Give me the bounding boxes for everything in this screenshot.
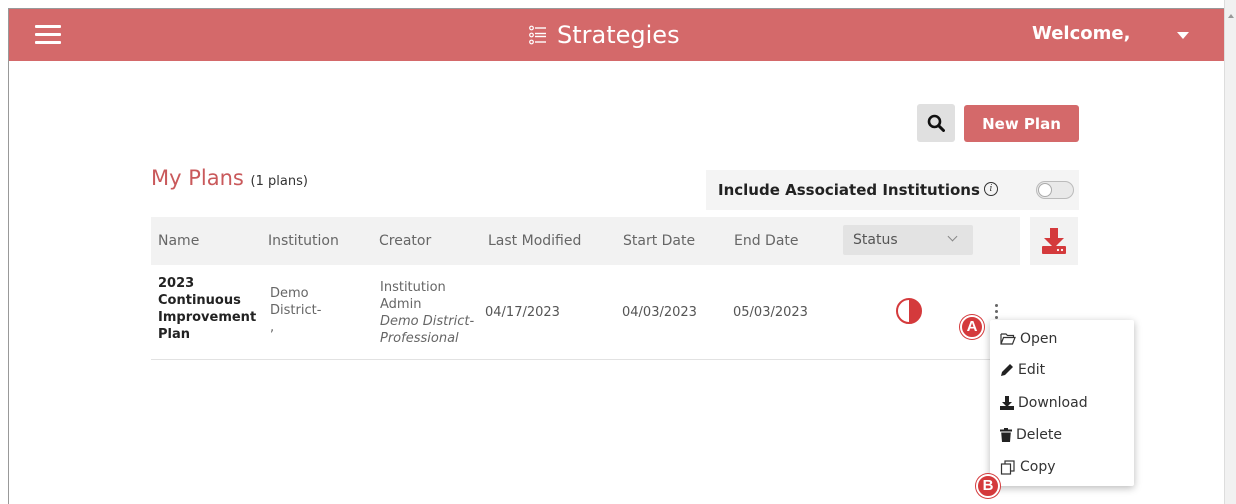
institution-line: , [270,320,275,335]
menu-item-download[interactable]: Download [1000,392,1088,414]
pencil-icon [1001,364,1013,376]
plan-count: (1 plans) [250,174,308,189]
column-header-end-date[interactable]: End Date [734,233,799,249]
vertical-scrollbar[interactable] [1224,0,1236,504]
menu-item-edit[interactable]: Edit [1000,359,1045,381]
new-plan-button[interactable]: New Plan [964,105,1079,142]
hamburger-menu-icon[interactable] [35,25,61,45]
creator-name: Institution [380,280,446,295]
plan-name-link[interactable]: 2023 Continuous Improvement Plan [158,275,268,343]
menu-item-label: Delete [1016,427,1062,443]
callout-badge-b: B [976,474,1000,498]
copy-icon [1000,459,1015,475]
creator-cell: Institution Admin Demo District- Profess… [380,279,480,347]
trash-icon [1000,428,1012,442]
status-progress-icon [896,298,922,324]
column-header-creator[interactable]: Creator [379,233,431,249]
menu-item-label: Edit [1018,362,1046,378]
folder-open-icon [1000,333,1016,345]
section-title: My Plans (1 plans) [151,166,308,190]
institution-cell: Demo District- , [270,285,360,336]
callout-badge-a: A [960,315,984,339]
search-icon [927,114,945,132]
export-button[interactable] [1030,217,1078,265]
page-title: Strategies [529,20,680,50]
table-row[interactable]: 2023 Continuous Improvement Plan Demo Di… [151,272,1020,360]
row-action-menu: Open Edit Download Delete Copy [990,320,1134,486]
creator-org: Professional [380,331,459,346]
institution-line: District- [270,303,322,318]
download-icon [1042,228,1066,254]
welcome-text: Welcome, [1032,23,1131,44]
creator-org: Demo District- [380,314,475,329]
end-date-cell: 05/03/2023 [733,305,808,320]
menu-item-open[interactable]: Open [1000,328,1057,350]
menu-item-label: Copy [1020,459,1056,475]
download-icon [1000,396,1014,410]
page-title-text: Strategies [557,21,680,49]
menu-item-label: Open [1020,331,1058,347]
section-title-text: My Plans [151,166,244,190]
column-header-start-date[interactable]: Start Date [623,233,695,249]
search-button[interactable] [917,104,955,142]
info-icon[interactable]: i [984,182,998,196]
scroll-up-arrow-icon[interactable] [1228,14,1234,18]
column-header-name[interactable]: Name [158,233,199,249]
top-nav-bar: Strategies Welcome, [9,9,1224,61]
last-modified-cell: 04/17/2023 [485,305,560,320]
include-associated-label: Include Associated Institutions [718,181,980,199]
menu-item-copy[interactable]: Copy [1000,456,1056,478]
column-header-institution[interactable]: Institution [268,233,339,249]
status-filter-label: Status [853,232,898,248]
list-icon [529,25,546,45]
user-menu-chevron-icon[interactable] [1177,32,1189,39]
chevron-down-icon [947,231,958,242]
table-header: Name Institution Creator Last Modified S… [151,217,1020,265]
include-associated-panel: Include Associated Institutions i [706,170,1079,210]
creator-name: Admin [380,297,422,312]
column-header-last-modified[interactable]: Last Modified [488,233,581,249]
include-associated-toggle[interactable] [1036,181,1074,199]
status-filter-select[interactable]: Status [843,225,973,255]
start-date-cell: 04/03/2023 [622,305,697,320]
institution-line: Demo [270,286,309,301]
menu-item-delete[interactable]: Delete [1000,424,1062,446]
menu-item-label: Download [1018,395,1088,411]
